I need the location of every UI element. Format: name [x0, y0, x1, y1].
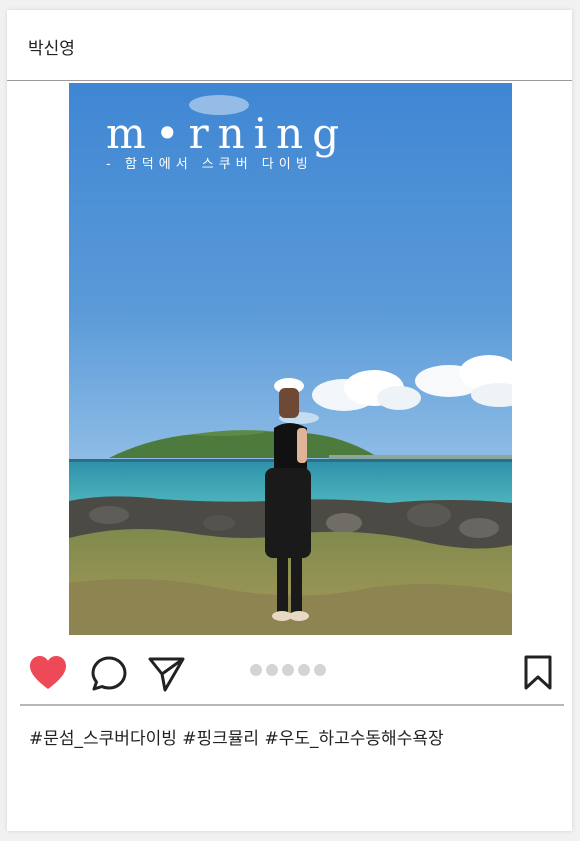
hashtag-caption[interactable]: #문섬_스쿠버다이빙 #핑크뮬리 #우도_하고수동해수욕장 — [29, 724, 444, 749]
carousel-indicator — [250, 664, 326, 676]
carousel-dot[interactable] — [314, 664, 326, 676]
bookmark-icon[interactable] — [522, 655, 554, 695]
heart-filled-icon[interactable] — [28, 655, 68, 695]
photo-overlay-subtitle: - 함덕에서 스쿠버 다이빙 — [106, 157, 313, 172]
username[interactable]: 박신영 — [28, 34, 75, 59]
carousel-dot[interactable] — [298, 664, 310, 676]
paper-plane-icon[interactable] — [148, 656, 186, 698]
action-bar — [7, 646, 572, 704]
comment-bubble-icon[interactable] — [90, 655, 128, 697]
post-header: 박신영 — [7, 10, 572, 81]
caption-divider — [20, 704, 564, 706]
post-card: 박신영 m•rning - 함덕에서 스쿠버 다이빙 #문섬_스쿠버다이빙 #핑… — [7, 10, 572, 831]
photo-overlay-title: m•rning — [106, 109, 349, 158]
post-photo[interactable]: m•rning - 함덕에서 스쿠버 다이빙 — [69, 83, 512, 635]
carousel-dot[interactable] — [282, 664, 294, 676]
carousel-dot[interactable] — [266, 664, 278, 676]
carousel-dot[interactable] — [250, 664, 262, 676]
